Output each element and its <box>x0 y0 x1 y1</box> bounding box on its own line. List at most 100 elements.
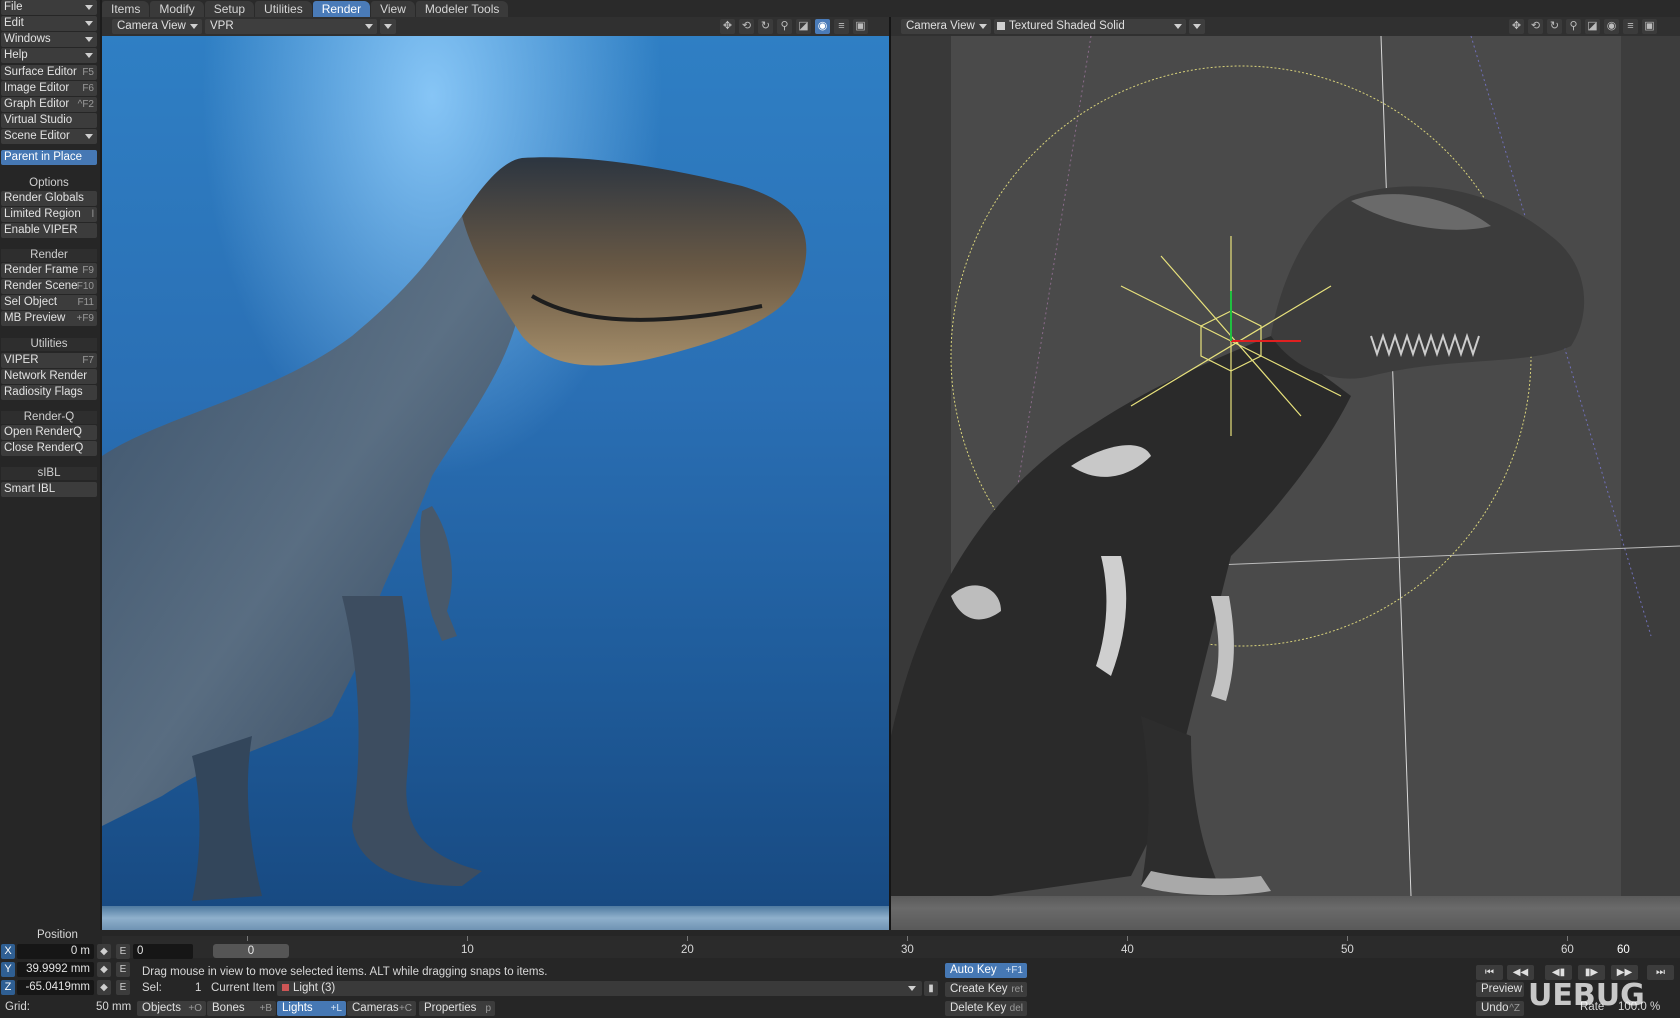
shortcut-label: +F1 <box>1005 965 1023 976</box>
render-header: Render <box>1 249 97 262</box>
graph-editor-button[interactable]: Graph Editor ^F2 <box>1 97 97 112</box>
auto-key-toggle[interactable]: Auto Key +F1 <box>945 963 1027 978</box>
list-icon[interactable]: ≡ <box>834 19 849 34</box>
y-reset-icon[interactable]: ◆ <box>97 962 111 977</box>
list-icon[interactable]: ≡ <box>1623 19 1638 34</box>
tab-view[interactable]: View <box>371 1 415 17</box>
preview-button[interactable]: Preview <box>1476 982 1524 997</box>
windows-menu[interactable]: Windows <box>1 32 97 47</box>
button-label: Properties <box>424 1002 477 1014</box>
timeline[interactable]: 0 10 20 30 40 50 60 60 <box>102 936 1680 958</box>
scene-editor-button[interactable]: Scene Editor <box>1 129 97 144</box>
objects-button[interactable]: Objects +O <box>137 1001 206 1016</box>
select-value: VPR <box>210 20 234 32</box>
edit-menu[interactable]: Edit <box>1 16 97 31</box>
x-axis-button[interactable]: X <box>1 944 15 959</box>
bones-button[interactable]: Bones +B <box>207 1001 276 1016</box>
chevron-down-icon <box>908 986 916 991</box>
maximize-view-icon[interactable]: ◪ <box>1585 19 1600 34</box>
maximize-view-icon[interactable]: ◪ <box>796 19 811 34</box>
rotate-axis-icon[interactable]: ↻ <box>758 19 773 34</box>
tab-items[interactable]: Items <box>102 1 150 17</box>
zoom-icon[interactable]: ⚲ <box>1566 19 1581 34</box>
camera-icon[interactable]: ◉ <box>1604 19 1619 34</box>
z-reset-icon[interactable]: ◆ <box>97 980 111 995</box>
rotate-axis-icon[interactable]: ↻ <box>1547 19 1562 34</box>
camera-icon[interactable]: ◉ <box>815 19 830 34</box>
viewport-left-view-select[interactable]: Camera View <box>112 19 202 34</box>
virtual-studio-button[interactable]: Virtual Studio <box>1 113 97 128</box>
y-envelope-button[interactable]: E <box>116 962 130 977</box>
delete-key-button[interactable]: Delete Key del <box>945 1001 1027 1016</box>
button-label: Image Editor <box>4 82 70 94</box>
button-label: Preview <box>1481 983 1522 995</box>
save-view-icon[interactable]: ▣ <box>1642 19 1657 34</box>
help-menu[interactable]: Help <box>1 48 97 63</box>
create-key-button[interactable]: Create Key ret <box>945 982 1027 997</box>
end-frame[interactable]: 60 <box>1617 944 1630 956</box>
network-render-button[interactable]: Network Render <box>1 369 97 384</box>
render-frame-button[interactable]: Render Frame F9 <box>1 263 97 278</box>
item-info-icon[interactable]: ▮ <box>924 981 938 996</box>
render-globals-button[interactable]: Render Globals <box>1 191 97 206</box>
image-editor-button[interactable]: Image Editor F6 <box>1 81 97 96</box>
shortcut-label: F5 <box>82 67 94 78</box>
open-renderq-button[interactable]: Open RenderQ <box>1 425 97 440</box>
sel-object-button[interactable]: Sel Object F11 <box>1 295 97 310</box>
tab-modify[interactable]: Modify <box>150 1 204 17</box>
current-frame-label: 0 <box>247 945 255 957</box>
x-position-field[interactable]: 0 m <box>17 944 94 959</box>
close-renderq-button[interactable]: Close RenderQ <box>1 441 97 456</box>
tab-setup[interactable]: Setup <box>204 1 255 17</box>
viewport-right-mode-select[interactable]: Textured Shaded Solid <box>994 19 1186 34</box>
viewport-right-options-dropdown[interactable] <box>1189 19 1205 34</box>
render-scene-button[interactable]: Render Scene F10 <box>1 279 97 294</box>
viewport-left-render[interactable] <box>102 36 889 936</box>
enable-viper-button[interactable]: Enable VIPER <box>1 223 97 238</box>
shortcut-label: l <box>91 209 94 220</box>
button-label: Graph Editor <box>4 98 70 110</box>
z-envelope-button[interactable]: E <box>116 980 130 995</box>
radiosity-flags-button[interactable]: Radiosity Flags <box>1 385 97 400</box>
viewport-right-view-select[interactable]: Camera View <box>901 19 991 34</box>
save-view-icon[interactable]: ▣ <box>853 19 868 34</box>
viewport-left-mode-select[interactable]: VPR <box>205 19 377 34</box>
x-envelope-button[interactable]: E <box>116 944 130 959</box>
options-header: Options <box>29 177 69 189</box>
cameras-button[interactable]: Cameras +C <box>347 1001 416 1016</box>
current-item-select[interactable]: Light (3) <box>277 981 922 996</box>
limited-region-button[interactable]: Limited Region l <box>1 207 97 222</box>
zoom-icon[interactable]: ⚲ <box>777 19 792 34</box>
trex-shaded-image <box>891 36 1680 897</box>
viewport-left-options-dropdown[interactable] <box>380 19 396 34</box>
button-label: Create Key <box>950 983 1008 995</box>
frame-field[interactable]: 0 <box>133 944 193 959</box>
timeline-tick: 60 <box>1561 944 1574 956</box>
parent-in-place-toggle[interactable]: Parent in Place <box>1 150 97 165</box>
rotate-view-icon[interactable]: ⟲ <box>1528 19 1543 34</box>
rotate-view-icon[interactable]: ⟲ <box>739 19 754 34</box>
surface-editor-button[interactable]: Surface Editor F5 <box>1 65 97 80</box>
undo-button[interactable]: Undo ^Z <box>1476 1001 1524 1016</box>
lights-button[interactable]: Lights +L <box>277 1001 346 1016</box>
z-position-field[interactable]: -65.0419mm <box>17 980 94 995</box>
viper-button[interactable]: VIPER F7 <box>1 353 97 368</box>
timeline-tick: 20 <box>681 944 694 956</box>
sel-label: Sel: <box>142 982 162 994</box>
y-position-field[interactable]: 39.9992 mm <box>17 962 94 977</box>
properties-button[interactable]: Properties p <box>419 1001 495 1016</box>
tab-modeler-tools[interactable]: Modeler Tools <box>415 1 509 17</box>
y-axis-button[interactable]: Y <box>1 962 15 977</box>
move-view-icon[interactable]: ✥ <box>1509 19 1524 34</box>
x-reset-icon[interactable]: ◆ <box>97 944 111 959</box>
tab-render[interactable]: Render <box>312 1 371 17</box>
z-axis-button[interactable]: Z <box>1 980 15 995</box>
move-view-icon[interactable]: ✥ <box>720 19 735 34</box>
mb-preview-button[interactable]: MB Preview +F9 <box>1 311 97 326</box>
viewport-right-shaded[interactable] <box>891 36 1680 936</box>
go-to-start-icon[interactable]: ⏮ <box>1476 965 1503 980</box>
tab-utilities[interactable]: Utilities <box>255 1 312 17</box>
file-menu[interactable]: File <box>1 0 97 15</box>
smart-ibl-button[interactable]: Smart IBL <box>1 482 97 497</box>
go-to-end-icon[interactable]: ⏭ <box>1647 965 1674 980</box>
